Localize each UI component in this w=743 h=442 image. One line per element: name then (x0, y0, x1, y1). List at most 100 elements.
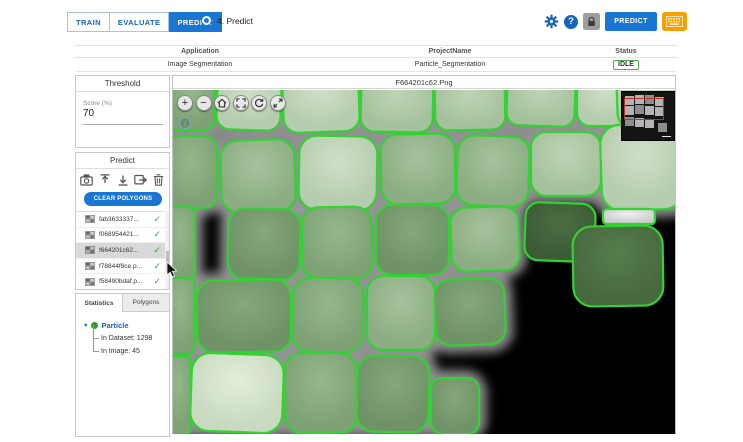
stat-in-image: In Image: 45 (91, 345, 152, 358)
download-icon[interactable] (116, 174, 129, 187)
status-badge: IDLE (613, 60, 639, 70)
step-label: 4. Predict (217, 16, 253, 26)
threshold-title: Threshold (76, 76, 169, 92)
file-name: f068954421... (99, 231, 153, 238)
segmented-image-canvas[interactable]: + − i (173, 90, 675, 434)
topbar-actions: ? PREDICT (544, 12, 687, 31)
project-table-row[interactable]: Image Segmentation Particle_Segmentation… (75, 58, 677, 72)
file-thumbnail-icon (85, 278, 95, 286)
info-icon[interactable]: i (179, 117, 191, 129)
particle-polygon (434, 278, 506, 346)
project-table-header: Application ProjectName Status (75, 45, 677, 58)
keyboard-icon (666, 16, 683, 27)
file-row-2-selected[interactable]: f664201c62... ✓ (76, 243, 169, 259)
file-row-4[interactable]: f58490bdaf.p... ✓ (76, 274, 169, 289)
particle-polygon (435, 90, 506, 131)
particle-polygon (190, 352, 285, 433)
file-row-1[interactable]: f068954421... ✓ (76, 228, 169, 244)
tab-polygons[interactable]: Polygons (123, 294, 169, 312)
tab-evaluate[interactable]: EVALUATE (110, 12, 170, 32)
score-label: Score (%) (83, 100, 112, 107)
fullscreen-button[interactable] (270, 95, 286, 111)
particle-polygon (450, 206, 520, 272)
threshold-panel: Threshold Score (%) 70 (75, 75, 170, 148)
tab-train[interactable]: TRAIN (67, 12, 110, 32)
lock-button[interactable] (583, 13, 600, 30)
particle-polygon (227, 208, 300, 279)
lock-icon (587, 17, 596, 27)
predict-run-button[interactable]: PREDICT (605, 12, 657, 31)
segmentation-overlay (173, 90, 675, 434)
particle-polygon (356, 355, 429, 432)
particle-polygon (284, 352, 357, 433)
class-tree: ▼ Particle In Dataset: 1298 In Image: 45 (83, 321, 152, 358)
file-thumbnail-icon (85, 262, 95, 270)
projectname-value: Particle_Segmentation (325, 61, 575, 68)
zoom-in-button[interactable]: + (177, 95, 193, 111)
particle-polygon (506, 90, 576, 127)
export-polygons-icon[interactable] (134, 174, 147, 187)
particle-polygon (431, 378, 479, 434)
col-application: Application (75, 48, 325, 55)
home-button[interactable] (214, 95, 230, 111)
minimap-particle (658, 123, 667, 132)
fit-view-button[interactable] (233, 95, 249, 111)
particle-polygon (298, 135, 377, 210)
particle-polygon (360, 90, 433, 133)
particle-polygon (367, 276, 435, 350)
mode-tab-group: TRAIN EVALUATE PREDICT (67, 12, 222, 32)
image-viewer-panel: F664201c62.Png + − i (172, 75, 676, 434)
class-name: Particle (101, 321, 128, 330)
file-row-0[interactable]: fab3633337... ✓ (76, 212, 169, 228)
clear-polygons-button[interactable]: CLEAR POLYGONS (84, 192, 162, 206)
project-table: Application ProjectName Status Image Seg… (75, 45, 677, 72)
settings-gear-icon[interactable] (544, 14, 559, 29)
viewer-image-title: F664201c62.Png (173, 76, 675, 89)
minimap-scalebar (662, 136, 671, 138)
help-icon[interactable]: ? (564, 15, 578, 29)
file-name: f78844f8ce.p... (99, 263, 153, 270)
particle-polygon (196, 279, 291, 353)
step-indicator: 4. Predict (201, 15, 253, 26)
predict-toolbar (76, 170, 169, 190)
delete-icon[interactable] (152, 174, 165, 187)
particle-polygon (376, 205, 449, 275)
file-name: f58490bdaf.p... (99, 278, 153, 285)
particle-polygon (380, 133, 455, 204)
particle-polygon (301, 206, 372, 279)
file-thumbnail-icon (85, 246, 95, 254)
particle-polygon (603, 209, 655, 224)
particle-polygon (173, 356, 191, 434)
score-input[interactable]: 70 (83, 108, 94, 119)
file-name: fab3633337... (99, 216, 153, 223)
particle-polygon (531, 132, 601, 196)
check-icon: ✓ (153, 229, 161, 240)
statistics-panel: Statistics Polygons ▼ Particle In Datase… (75, 293, 170, 437)
upload-icon[interactable] (98, 174, 111, 187)
navigator-minimap[interactable] (622, 92, 674, 140)
particle-polygon (456, 135, 530, 207)
application-value: Image Segmentation (75, 61, 325, 68)
file-list-scrollbar[interactable] (165, 211, 169, 289)
camera-icon[interactable] (80, 174, 93, 187)
file-row-3[interactable]: f78844f8ce.p... ✓ (76, 259, 169, 275)
minimap-viewport-rect[interactable] (624, 98, 664, 120)
check-icon: ✓ (153, 245, 161, 256)
check-icon: ✓ (153, 214, 161, 225)
keyboard-button[interactable] (662, 12, 687, 31)
particle-polygon (572, 225, 663, 307)
statistics-tab-bar: Statistics Polygons (76, 294, 169, 312)
zoom-out-button[interactable]: − (196, 95, 212, 111)
step-radio[interactable] (201, 15, 212, 26)
predict-panel: Predict (75, 152, 170, 290)
viewer-zoom-controls: + − (177, 95, 286, 111)
particle-polygon (173, 207, 195, 281)
particle-polygon (220, 139, 296, 214)
tab-statistics[interactable]: Statistics (76, 294, 123, 312)
particle-polygon (292, 277, 363, 352)
tree-expander-icon[interactable]: ▼ (83, 323, 88, 329)
minimap-particle (645, 119, 654, 128)
file-thumbnail-icon (85, 231, 95, 239)
file-thumbnail-icon (85, 215, 95, 223)
rotate-button[interactable] (251, 95, 267, 111)
